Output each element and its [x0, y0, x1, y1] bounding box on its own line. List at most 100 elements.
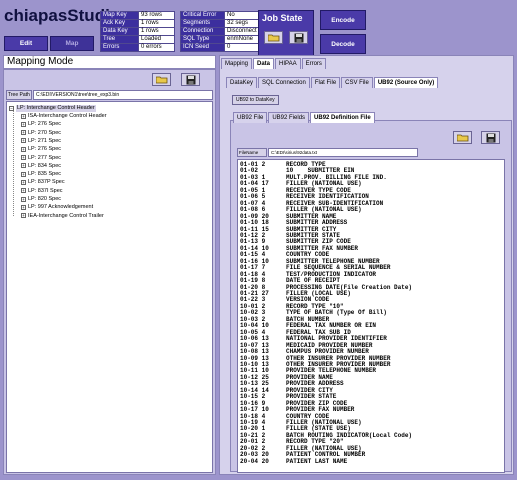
- expand-icon[interactable]: +: [21, 171, 26, 177]
- tree-item-label: LP: 834 Spec: [28, 162, 62, 169]
- status-key: SQL Type: [180, 35, 225, 44]
- tree-item[interactable]: + LP: 276 Spec: [21, 120, 61, 128]
- main-tab[interactable]: Errors: [301, 58, 326, 69]
- tree-view[interactable]: − LP: Interchange Control Header + ISA-In…: [6, 101, 213, 473]
- decode-button[interactable]: Decode: [320, 34, 366, 54]
- tree-item[interactable]: + LP: 820 Spec: [21, 195, 61, 203]
- tree-item[interactable]: + IEA-Interchange Control Trailer: [21, 212, 104, 220]
- status-value: No: [224, 11, 260, 20]
- status-table-2: Critical Error No Segments 32 segs Connectio…: [180, 11, 260, 52]
- main-tab[interactable]: Data: [253, 58, 275, 69]
- expand-icon[interactable]: +: [21, 155, 26, 160]
- status-key: Segments: [180, 19, 225, 28]
- sub-tabs: DataKey SQL Connection Flat File CSV File UB…: [226, 77, 439, 88]
- status-value: enmNone: [224, 35, 260, 44]
- floppy-icon: [294, 33, 303, 42]
- filename-label: FileName: [237, 148, 267, 157]
- expand-icon[interactable]: +: [21, 204, 26, 210]
- status-key: Critical Error: [180, 11, 225, 20]
- definition-text-box[interactable]: 01-01 2 RECORD TYPE 01-02 10 SUBMITTER EIN 0…: [237, 159, 505, 473]
- filename-input[interactable]: C:\EDI\sirius\92data.txt: [268, 148, 418, 157]
- status-key: Connection: [180, 27, 225, 36]
- status-key: Tree: [100, 35, 139, 44]
- ub92-tab[interactable]: UB92 File: [233, 112, 268, 123]
- tree-item-label: LP: 277 Spec: [28, 154, 62, 161]
- tree-item-label: LP: 997 Acknowledgement: [28, 204, 94, 211]
- floppy-icon: [486, 133, 495, 142]
- expand-icon[interactable]: +: [21, 179, 26, 185]
- status-value: 1 rows: [138, 27, 175, 36]
- tree-item[interactable]: + LP: 837I Spec: [21, 187, 63, 195]
- ub92-tab[interactable]: UB92 Fields: [268, 112, 310, 123]
- tree-item-label: LP: 276 Spec: [28, 146, 62, 153]
- status-value: 32 segs: [224, 19, 260, 28]
- definition-desc: PATIENT LAST NAME: [286, 457, 348, 465]
- tree-item[interactable]: + LP: 277 Spec: [21, 154, 61, 162]
- map-button[interactable]: Map: [50, 36, 94, 51]
- open-folder-button[interactable]: [264, 31, 283, 44]
- tree-item[interactable]: + LP: 997 Acknowledgement: [21, 203, 93, 211]
- tree-connector: [13, 111, 14, 216]
- expand-icon[interactable]: +: [21, 138, 26, 144]
- tree-item[interactable]: + LP: 270 Spec: [21, 129, 61, 137]
- ub92-tab[interactable]: UB92 Definition File: [310, 112, 375, 123]
- expand-icon[interactable]: +: [21, 146, 26, 152]
- status-table-1: Map Key 93 rows Ack Key 1 rows Data Key 1 row…: [100, 11, 175, 52]
- tree-item[interactable]: + LP: 276 Spec: [21, 145, 61, 153]
- expand-icon[interactable]: +: [21, 163, 26, 169]
- status-value: Disconnect: [224, 27, 260, 36]
- folder-icon: [456, 134, 468, 142]
- status-key: Errors: [100, 43, 139, 52]
- status-value: 93 rows: [138, 11, 175, 20]
- tree-panel: Tree Path C:\EDI\VERSION1\tree\tree_exp3…: [3, 69, 216, 475]
- tree-item[interactable]: + LP: 271 Spec: [21, 137, 61, 145]
- status-key: Ack Key: [100, 19, 139, 28]
- data-sub-tab[interactable]: SQL Connection: [258, 77, 310, 88]
- folder-icon: [267, 34, 279, 42]
- tree-item-label: ISA-Interchange Control Header: [28, 113, 107, 119]
- folder-icon: [155, 76, 167, 84]
- encode-button[interactable]: Encode: [320, 10, 366, 30]
- expand-icon[interactable]: +: [21, 188, 26, 194]
- status-value: Loaded: [138, 35, 175, 44]
- header: chiapasStudio Edit Map Map Key 93 rows Ack…: [0, 0, 517, 56]
- collapse-icon[interactable]: −: [9, 105, 14, 111]
- status-value: 0 errors: [138, 43, 175, 52]
- data-sub-tab[interactable]: UB92 (Source Only): [373, 77, 439, 88]
- def-save-button[interactable]: [481, 131, 500, 144]
- expand-icon[interactable]: +: [21, 121, 26, 127]
- tree-item[interactable]: + LP: 835 Spec: [21, 170, 61, 178]
- tree-item-label: LP: 837P Spec: [28, 179, 65, 186]
- data-panel: Mapping Data HIPAA Errors DataKey SQL Connec…: [219, 55, 514, 475]
- status-key: Map Key: [100, 11, 139, 20]
- expand-icon[interactable]: +: [21, 113, 26, 119]
- tree-root[interactable]: − LP: Interchange Control Header: [9, 104, 96, 112]
- save-button[interactable]: [289, 31, 308, 44]
- tree-item-label: LP: 820 Spec: [28, 196, 62, 202]
- main-tab[interactable]: Mapping: [221, 58, 253, 69]
- main-tab[interactable]: HIPAA: [275, 58, 301, 69]
- expand-icon[interactable]: +: [21, 213, 26, 219]
- data-sub-tab[interactable]: CSV File: [341, 77, 373, 88]
- job-state-title: Job State: [262, 13, 303, 23]
- data-sub-tab[interactable]: Flat File: [310, 77, 341, 88]
- tree-item[interactable]: + LP: 837P Spec: [21, 178, 65, 186]
- expand-icon[interactable]: +: [21, 130, 26, 136]
- edit-button[interactable]: Edit: [4, 36, 48, 51]
- tree-item[interactable]: + ISA-Interchange Control Header: [21, 112, 107, 120]
- status-value: 1 rows: [138, 19, 175, 28]
- tree-path-input[interactable]: C:\EDI\VERSION1\tree\tree_exp3.bin: [33, 90, 213, 100]
- ub92-definition-panel: UB92 File UB92 Fields UB92 Definition File…: [230, 112, 512, 473]
- ub92-to-datakey-button[interactable]: UB92 to DataKey: [232, 95, 279, 105]
- tree-save-button[interactable]: [181, 73, 200, 86]
- expand-icon[interactable]: +: [21, 196, 26, 202]
- tree-item-label: LP: 835 Spec: [28, 171, 62, 178]
- status-key: Data Key: [100, 27, 139, 36]
- status-key: ICN Seed: [180, 43, 225, 52]
- tree-item[interactable]: + LP: 834 Spec: [21, 162, 61, 170]
- def-open-button[interactable]: [453, 131, 472, 144]
- definition-line: 20-04 20 PATIENT LAST NAME: [240, 457, 348, 465]
- data-sub-tab[interactable]: DataKey: [226, 77, 258, 88]
- tree-path-label: Tree Path: [6, 90, 32, 100]
- tree-open-button[interactable]: [152, 73, 171, 86]
